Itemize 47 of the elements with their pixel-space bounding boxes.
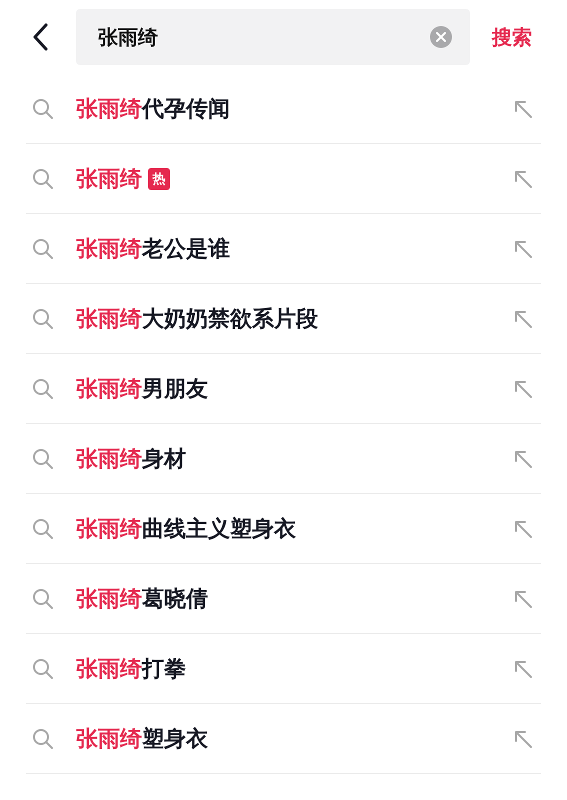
arrow-icon[interactable] xyxy=(513,168,533,188)
arrow-icon[interactable] xyxy=(513,728,533,748)
arrow-icon[interactable] xyxy=(513,588,533,608)
suggestion-item[interactable]: 张雨绮 热 xyxy=(26,144,541,214)
search-icon xyxy=(32,378,54,400)
suggestion-text: 张雨绮男朋友 xyxy=(76,376,208,404)
suggestion-text: 张雨绮曲线主义塑身衣 xyxy=(76,516,296,544)
suggestion-text: 张雨绮代孕传闻 xyxy=(76,96,230,124)
search-field[interactable]: 张雨绮 xyxy=(76,9,470,65)
suggestion-text: 张雨绮葛晓倩 xyxy=(76,586,208,614)
search-icon xyxy=(32,168,54,190)
close-icon xyxy=(436,32,446,42)
search-icon xyxy=(32,518,54,540)
search-icon xyxy=(32,448,54,470)
suggestion-text: 张雨绮打拳 xyxy=(76,656,186,684)
arrow-icon[interactable] xyxy=(513,308,533,328)
suggestion-item[interactable]: 张雨绮打拳 xyxy=(26,634,541,704)
suggestion-item[interactable]: 张雨绮代孕传闻 xyxy=(26,74,541,144)
clear-button[interactable] xyxy=(430,26,452,48)
suggestion-item[interactable]: 张雨绮男朋友 xyxy=(26,354,541,424)
suggestion-text: 张雨绮大奶奶禁欲系片段 xyxy=(76,306,318,334)
suggestion-item[interactable]: 张雨绮老公是谁 xyxy=(26,214,541,284)
suggestion-item[interactable]: 张雨绮曲线主义塑身衣 xyxy=(26,494,541,564)
search-icon xyxy=(32,238,54,260)
back-icon xyxy=(32,23,48,51)
search-input[interactable]: 张雨绮 xyxy=(96,24,430,50)
arrow-icon[interactable] xyxy=(513,98,533,118)
hot-badge: 热 xyxy=(148,168,170,190)
arrow-icon[interactable] xyxy=(513,448,533,468)
arrow-icon[interactable] xyxy=(513,658,533,678)
search-icon xyxy=(32,98,54,120)
suggestion-item[interactable]: 张雨绮塑身衣 xyxy=(26,704,541,774)
suggestion-item[interactable]: 张雨绮大奶奶禁欲系片段 xyxy=(26,284,541,354)
search-button[interactable]: 搜索 xyxy=(492,24,532,50)
arrow-icon[interactable] xyxy=(513,238,533,258)
suggestion-text: 张雨绮塑身衣 xyxy=(76,726,208,754)
search-icon xyxy=(32,728,54,750)
arrow-icon[interactable] xyxy=(513,378,533,398)
suggestion-item[interactable]: 张雨绮身材 xyxy=(26,424,541,494)
search-icon xyxy=(32,308,54,330)
suggestion-item[interactable]: 张雨绮葛晓倩 xyxy=(26,564,541,634)
arrow-icon[interactable] xyxy=(513,518,533,538)
suggestion-text: 张雨绮 xyxy=(76,166,142,194)
search-icon xyxy=(32,658,54,680)
suggestion-text: 张雨绮老公是谁 xyxy=(76,236,230,264)
suggestion-text: 张雨绮身材 xyxy=(76,446,186,474)
search-icon xyxy=(32,588,54,610)
